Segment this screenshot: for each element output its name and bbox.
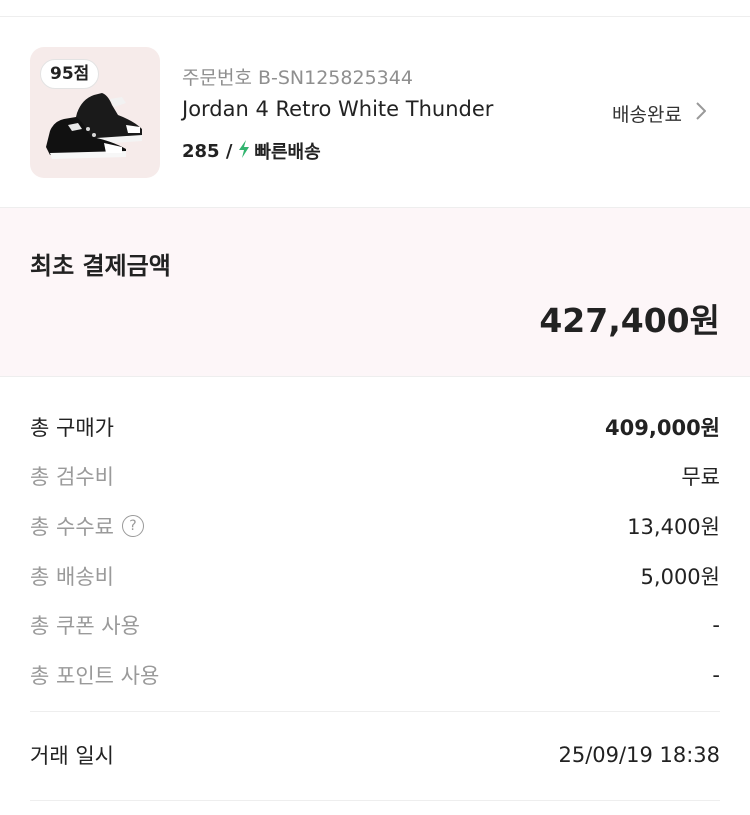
order-number: 주문번호 B-SN125825344 [182, 67, 413, 89]
breakdown-row-purchase-price: 총 구매가 409,000원 [30, 402, 720, 452]
delivery-status-link[interactable]: 배송완료 [612, 100, 707, 127]
breakdown-label: 총 포인트 사용 [30, 663, 160, 688]
price-breakdown: 총 구매가 409,000원 총 검수비 무료 총 수수료 ? 13,400원 … [30, 402, 720, 700]
divider [0, 376, 750, 377]
breakdown-row-shipping-fee: 총 배송비 5,000원 [30, 551, 720, 601]
breakdown-label: 총 수수료 [30, 514, 114, 539]
order-product-card[interactable]: 95점 주문번호 B-SN125825344 Jordan 4 Retro Wh… [0, 17, 750, 207]
breakdown-row-commission: 총 수수료 ? 13,400원 [30, 501, 720, 551]
breakdown-value: - [712, 662, 720, 687]
help-icon[interactable]: ? [121, 514, 144, 537]
total-payment-section: 최초 결제금액 427,400원 [0, 208, 750, 376]
trade-datetime-value: 25/09/19 18:38 [558, 743, 720, 767]
product-thumbnail[interactable]: 95점 [30, 47, 160, 178]
product-option: 285 / 빠른배송 [182, 138, 321, 164]
divider [30, 711, 720, 712]
chevron-right-icon [696, 102, 707, 125]
breakdown-label-wrap: 총 수수료 ? [30, 511, 144, 541]
breakdown-row-points: 총 포인트 사용 - [30, 650, 720, 700]
breakdown-value: - [712, 613, 720, 638]
breakdown-value: 13,400원 [627, 514, 720, 539]
breakdown-row-inspection-fee: 총 검수비 무료 [30, 452, 720, 502]
breakdown-value: 무료 [681, 465, 720, 490]
size-label: 285 / [182, 140, 233, 162]
trade-datetime-row: 거래 일시 25/09/19 18:38 [30, 740, 720, 770]
delivery-type-label: 빠른배송 [254, 142, 321, 163]
breakdown-value: 5,000원 [640, 564, 720, 589]
lightning-icon [238, 139, 250, 163]
trade-datetime-label: 거래 일시 [30, 744, 114, 768]
score-badge: 95점 [40, 59, 100, 89]
breakdown-row-coupon: 총 쿠폰 사용 - [30, 600, 720, 650]
divider [30, 800, 720, 801]
delivery-status-label: 배송완료 [612, 104, 682, 126]
total-payment-amount: 427,400원 [539, 301, 720, 340]
order-detail-page: 95점 주문번호 B-SN125825344 Jordan 4 Retro Wh… [0, 0, 750, 815]
total-payment-label: 최초 결제금액 [30, 252, 171, 280]
breakdown-value: 409,000원 [605, 415, 720, 440]
product-name[interactable]: Jordan 4 Retro White Thunder [182, 97, 493, 121]
breakdown-label: 총 구매가 [30, 415, 114, 440]
breakdown-label: 총 배송비 [30, 564, 114, 589]
breakdown-label: 총 쿠폰 사용 [30, 614, 140, 639]
breakdown-label: 총 검수비 [30, 465, 114, 490]
shoe-image [46, 93, 142, 159]
